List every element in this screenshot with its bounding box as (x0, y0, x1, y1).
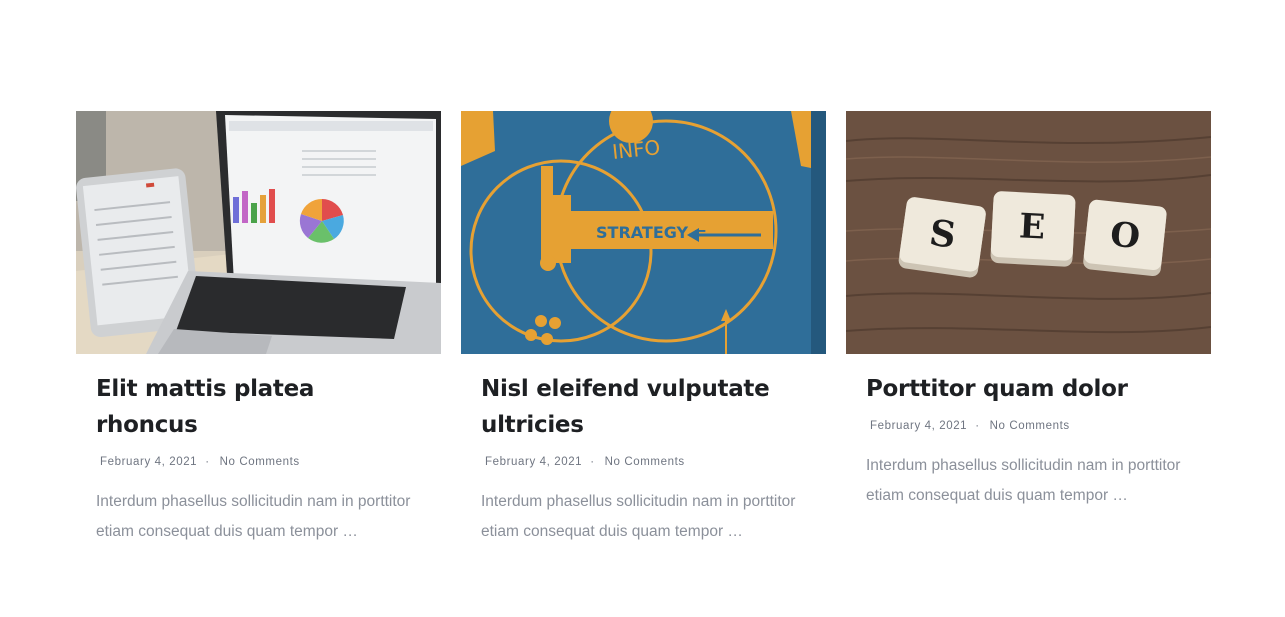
strategy-label: STRATEGY = (596, 223, 707, 242)
meta-separator: · (205, 456, 210, 468)
meta-separator: · (590, 456, 595, 468)
post-thumbnail-link[interactable]: S E O (846, 111, 1211, 354)
post-comments-link[interactable]: No Comments (605, 456, 685, 468)
post-title[interactable]: Nisl eleifend vulputate ultricies (481, 371, 806, 443)
post-comments-link[interactable]: No Comments (220, 456, 300, 468)
post-thumbnail-link[interactable]: INFO STRATEGY = (461, 111, 826, 354)
post-content: Nisl eleifend vulputate ultricies Februa… (461, 371, 826, 547)
post-meta: February 4, 2021 · No Comments (866, 420, 1191, 432)
post-date[interactable]: February 4, 2021 (100, 456, 197, 468)
strategy-poster-image: INFO STRATEGY = (461, 111, 826, 354)
post-card: Elit mattis platea rhoncus February 4, 2… (76, 111, 441, 563)
post-date[interactable]: February 4, 2021 (870, 420, 967, 432)
info-label: INFO (611, 135, 661, 164)
post-date[interactable]: February 4, 2021 (485, 456, 582, 468)
tile-letter-o: O (1108, 214, 1142, 257)
meta-separator: · (975, 420, 980, 432)
post-meta: February 4, 2021 · No Comments (96, 456, 421, 468)
post-excerpt: Interdum phasellus sollicitudin nam in p… (96, 493, 411, 540)
post-title[interactable]: Elit mattis platea rhoncus (96, 371, 421, 443)
post-thumbnail-link[interactable] (76, 111, 441, 354)
post-excerpt: Interdum phasellus sollicitudin nam in p… (481, 493, 796, 540)
post-title[interactable]: Porttitor quam dolor (866, 371, 1191, 407)
post-card: S E O Porttitor quam dolor February 4, 2… (846, 111, 1211, 563)
tile-letter-e: E (1018, 206, 1046, 247)
post-excerpt: Interdum phasellus sollicitudin nam in p… (866, 457, 1181, 504)
post-content: Porttitor quam dolor February 4, 2021 · … (846, 371, 1211, 511)
seo-tiles-image: S E O (846, 111, 1211, 354)
post-meta: February 4, 2021 · No Comments (481, 456, 806, 468)
post-content: Elit mattis platea rhoncus February 4, 2… (76, 371, 441, 547)
blog-posts-grid: Elit mattis platea rhoncus February 4, 2… (76, 111, 1211, 563)
laptop-charts-image (76, 111, 441, 354)
post-card: INFO STRATEGY = Nisl eleifend vulputate … (461, 111, 826, 563)
post-comments-link[interactable]: No Comments (990, 420, 1070, 432)
